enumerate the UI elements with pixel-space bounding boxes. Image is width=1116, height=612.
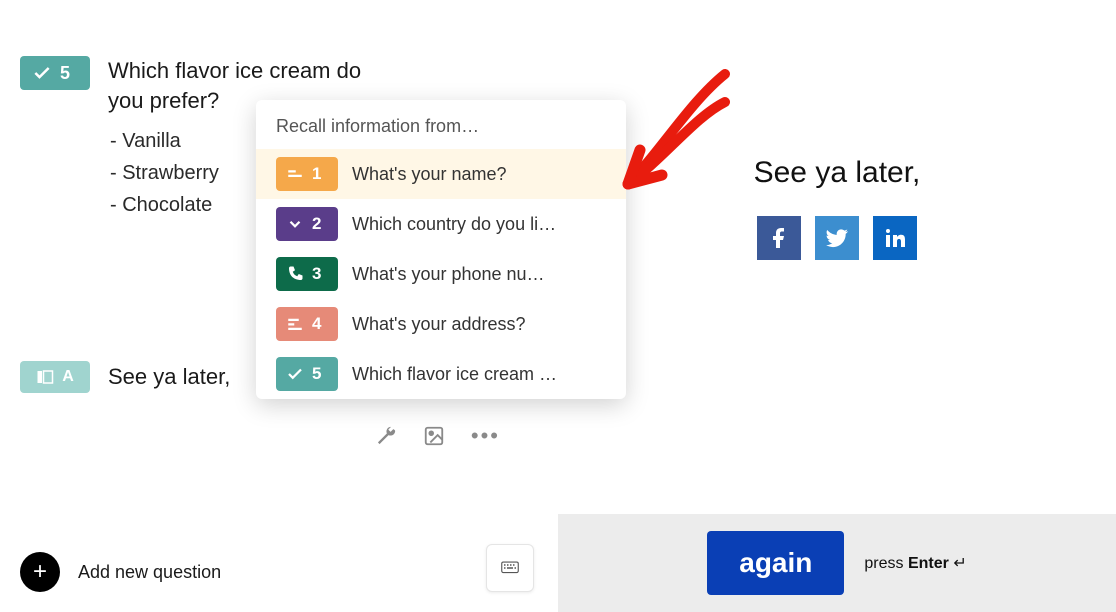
press-suffix: ↵ [949, 555, 967, 572]
press-enter-hint: press Enter ↵ [864, 553, 966, 573]
recall-label: What's your address? [352, 314, 526, 335]
press-key: Enter [908, 555, 949, 572]
image-icon[interactable] [423, 425, 445, 447]
question-number: 5 [60, 63, 70, 84]
recall-badge: 2 [276, 207, 338, 241]
recall-item-1[interactable]: 1 What's your name? [256, 149, 626, 199]
facebook-button[interactable] [757, 216, 801, 260]
recall-badge: 1 [276, 157, 338, 191]
facebook-icon [767, 226, 791, 250]
recall-label: Which country do you li… [352, 214, 556, 235]
phone-icon [286, 265, 304, 283]
recall-label: Which flavor ice cream … [352, 364, 557, 385]
check-icon [286, 365, 304, 383]
end-screen-letter: A [62, 368, 74, 386]
recall-title: Recall information from… [256, 100, 626, 149]
recall-label: What's your name? [352, 164, 507, 185]
recall-badge: 5 [276, 357, 338, 391]
more-icon[interactable]: ••• [471, 423, 500, 449]
keyboard-icon [498, 559, 522, 577]
linkedin-icon [883, 226, 907, 250]
check-icon [32, 63, 52, 83]
recall-item-3[interactable]: 3 What's your phone nu… [256, 249, 626, 299]
preview-heading: See ya later, [558, 156, 1116, 190]
wrench-icon[interactable] [375, 425, 397, 447]
recall-item-5[interactable]: 5 Which flavor ice cream … [256, 349, 626, 399]
recall-num: 3 [312, 264, 321, 284]
press-prefix: press [864, 555, 908, 572]
question-badge: 5 [20, 56, 90, 90]
keyboard-button[interactable] [486, 544, 534, 592]
recall-num: 1 [312, 164, 321, 184]
recall-num: 5 [312, 364, 321, 384]
recall-item-4[interactable]: 4 What's your address? [256, 299, 626, 349]
chevron-down-icon [286, 215, 304, 233]
preview-footer: again press Enter ↵ [558, 514, 1116, 612]
recall-num: 2 [312, 214, 321, 234]
address-icon [286, 315, 304, 333]
twitter-button[interactable] [815, 216, 859, 260]
end-screen-text: See ya later, [108, 364, 230, 390]
recall-item-2[interactable]: 2 Which country do you li… [256, 199, 626, 249]
add-question-label: Add new question [78, 562, 221, 583]
again-button[interactable]: again [707, 531, 844, 595]
end-screen-badge: A [20, 361, 90, 393]
social-row [558, 216, 1116, 260]
recall-num: 4 [312, 314, 321, 334]
recall-badge: 3 [276, 257, 338, 291]
twitter-icon [824, 225, 850, 251]
short-text-icon [286, 165, 304, 183]
linkedin-button[interactable] [873, 216, 917, 260]
block-toolbar: ••• [0, 423, 558, 449]
recall-badge: 4 [276, 307, 338, 341]
layout-icon [36, 368, 54, 386]
add-question-button[interactable]: + [20, 552, 60, 592]
add-question-bar: + Add new question [0, 532, 558, 612]
recall-label: What's your phone nu… [352, 264, 545, 285]
recall-popup: Recall information from… 1 What's your n… [256, 100, 626, 399]
